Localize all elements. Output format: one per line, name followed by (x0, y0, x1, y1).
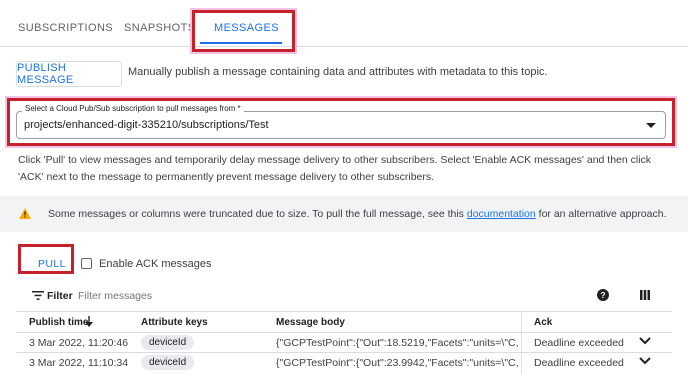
row-2-publish-time: 3 Mar 2022, 11:10:34 (29, 357, 129, 369)
pull-info-text: Click 'Pull' to view messages and tempor… (18, 154, 652, 183)
row-1-ack-status: Deadline exceeded (534, 337, 624, 349)
row-2-attribute-chip[interactable]: deviceId (141, 355, 195, 370)
publish-message-button[interactable]: PUBLISH MESSAGE (16, 61, 122, 87)
row-1-expand-chevron-icon[interactable] (639, 337, 651, 345)
documentation-link[interactable]: documentation (467, 208, 536, 220)
column-header-attribute-keys[interactable]: Attribute keys (141, 317, 208, 328)
publish-message-button-label: PUBLISH MESSAGE (17, 62, 74, 86)
arrow-down-sort-icon[interactable] (84, 316, 94, 327)
row-2-ack-status: Deadline exceeded (534, 357, 624, 369)
row-1-attribute-chip[interactable]: deviceId (141, 335, 195, 350)
enable-ack-checkbox[interactable] (81, 258, 92, 269)
row-2-expand-chevron-icon[interactable] (639, 357, 651, 365)
filter-messages-input[interactable] (76, 287, 480, 305)
enable-ack-label: Enable ACK messages (99, 258, 212, 270)
publish-description: Manually publish a message containing da… (128, 66, 548, 78)
highlight-box-messages-tab (192, 10, 295, 52)
row-1-divider (16, 352, 672, 353)
filter-label: Filter (47, 290, 73, 302)
row-1-message-body: {"GCPTestPoint":{"Out":18.5219,"Facets":… (276, 337, 518, 349)
chevron-down-icon[interactable] (646, 123, 656, 128)
tab-snapshots[interactable]: SNAPSHOTS (124, 22, 195, 34)
ack-column-divider (521, 311, 522, 374)
truncation-warning-text: Some messages or columns were truncated … (48, 208, 667, 220)
tab-subscriptions[interactable]: SUBSCRIPTIONS (18, 22, 113, 34)
svg-text:?: ? (600, 290, 605, 300)
subscription-select-label: Select a Cloud Pub/Sub subscription to p… (22, 104, 244, 113)
warning-text-before: Some messages or columns were truncated … (48, 208, 467, 220)
help-icon[interactable]: ? (597, 289, 609, 301)
column-header-publish-time[interactable]: Publish time (29, 317, 88, 328)
column-header-message-body[interactable]: Message body (276, 317, 345, 328)
column-header-ack[interactable]: Ack (534, 317, 552, 328)
column-display-options-icon[interactable] (640, 290, 650, 300)
pull-button[interactable]: PULL (38, 258, 66, 270)
warning-text-after: for an alternative approach. (535, 208, 667, 220)
warning-icon (19, 208, 31, 219)
header-divider (16, 332, 672, 333)
row-2-message-body: {"GCPTestPoint":{"Out":23.9942,"Facets":… (276, 357, 518, 369)
subscription-select-value: projects/enhanced-digit-335210/subscript… (24, 119, 269, 131)
row-1-publish-time: 3 Mar 2022, 11:20:46 (29, 337, 129, 349)
filter-icon[interactable] (32, 291, 44, 300)
